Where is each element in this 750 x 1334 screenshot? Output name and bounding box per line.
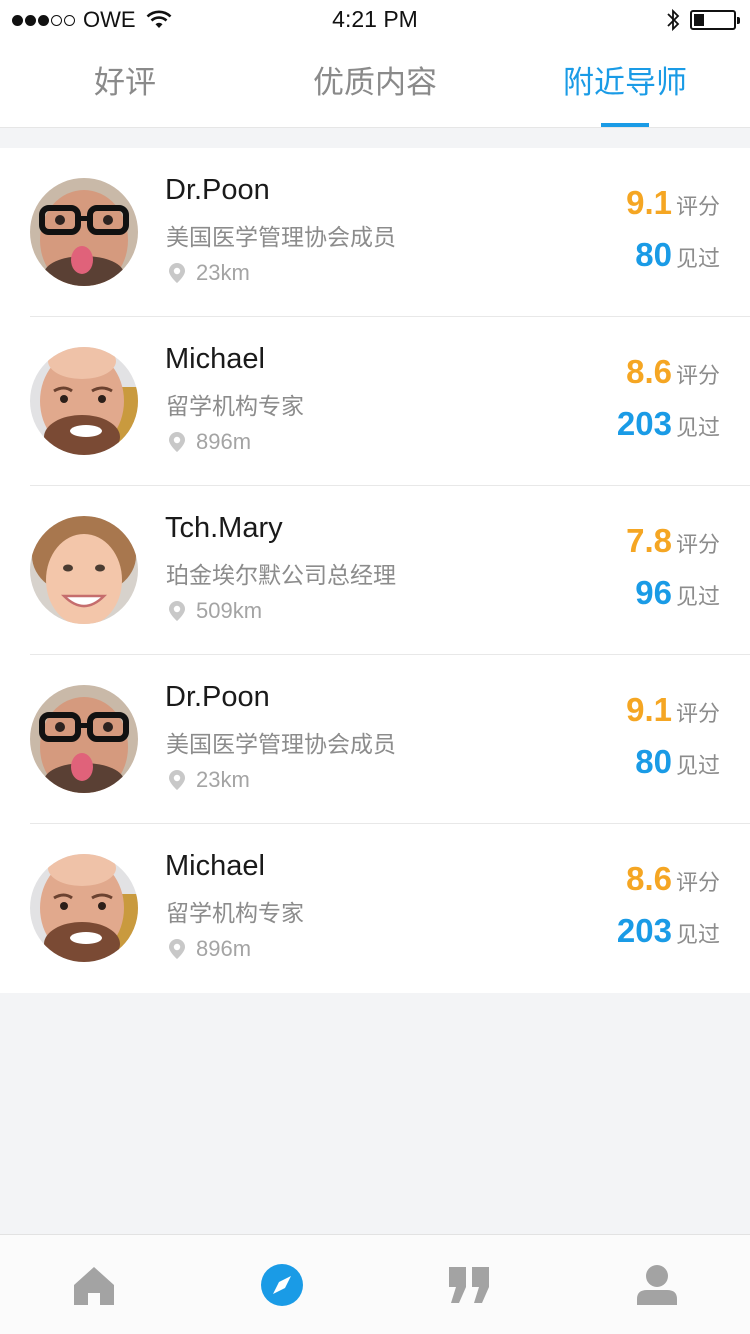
- location-pin-icon: [169, 432, 185, 452]
- avatar: [30, 347, 138, 455]
- rating-unit: 评分: [675, 532, 720, 557]
- avatar-bald-beard-icon: [30, 347, 138, 455]
- rating-unit: 评分: [675, 363, 720, 388]
- met-count-value: 80: [635, 743, 672, 780]
- status-bar: OWE 4:21 PM: [0, 0, 750, 40]
- mentor-distance: 509km: [166, 598, 262, 624]
- avatar: [30, 178, 138, 286]
- avatar: [30, 516, 138, 624]
- met-count-unit: 见过: [675, 415, 720, 440]
- quote-icon: [449, 1267, 489, 1303]
- list-item[interactable]: Dr.Poon 美国医学管理协会成员 23km 9.1 评分 80 见过: [0, 148, 750, 317]
- mentor-name: Dr.Poon: [165, 174, 270, 206]
- mentor-name: Dr.Poon: [165, 681, 270, 713]
- met-count-unit: 见过: [675, 753, 720, 778]
- avatar-glasses-tongue-icon: [30, 685, 138, 793]
- mentor-name: Michael: [165, 850, 265, 882]
- nav-home[interactable]: [72, 1263, 116, 1307]
- status-time: 4:21 PM: [332, 6, 418, 32]
- profile-icon: [637, 1265, 677, 1305]
- list-item[interactable]: Tch.Mary 珀金埃尔默公司总经理 509km 7.8 评分 96 见过: [0, 486, 750, 655]
- met-count-value: 96: [635, 574, 672, 611]
- met-count: 203 见过: [617, 405, 720, 443]
- avatar-bald-beard-icon: [30, 854, 138, 962]
- mentor-distance: 23km: [166, 767, 250, 793]
- met-count: 96 见过: [635, 574, 720, 612]
- met-count: 80 见过: [635, 236, 720, 274]
- rating: 9.1 评分: [626, 691, 720, 729]
- met-count: 203 见过: [617, 912, 720, 950]
- mentor-title: 留学机构专家: [166, 393, 304, 419]
- tab-nearby-mentors[interactable]: 附近导师: [525, 40, 725, 128]
- mentor-title: 美国医学管理协会成员: [166, 731, 396, 757]
- location-pin-icon: [169, 263, 185, 283]
- top-tabs: 好评 优质内容 附近导师: [0, 40, 750, 128]
- rating-unit: 评分: [675, 870, 720, 895]
- avatar: [30, 685, 138, 793]
- mentor-distance: 896m: [166, 936, 251, 962]
- home-icon: [74, 1267, 114, 1305]
- tab-good-reviews[interactable]: 好评: [25, 40, 225, 128]
- list-item[interactable]: Dr.Poon 美国医学管理协会成员 23km 9.1 评分 80 见过: [0, 655, 750, 824]
- nav-quotes[interactable]: [447, 1263, 491, 1307]
- mentor-title: 留学机构专家: [166, 900, 304, 926]
- rating-unit: 评分: [675, 701, 720, 726]
- avatar: [30, 854, 138, 962]
- mentor-distance: 896m: [166, 429, 251, 455]
- rating-value: 8.6: [626, 860, 672, 897]
- distance-text: 896m: [196, 429, 252, 454]
- mentor-title: 珀金埃尔默公司总经理: [166, 562, 396, 588]
- nav-profile[interactable]: [635, 1263, 679, 1307]
- location-pin-icon: [169, 770, 185, 790]
- met-count-value: 203: [616, 405, 672, 442]
- rating-value: 9.1: [626, 691, 672, 728]
- met-count: 80 见过: [635, 743, 720, 781]
- rating-value: 8.6: [626, 353, 672, 390]
- mentor-list: Dr.Poon 美国医学管理协会成员 23km 9.1 评分 80 见过 Mic…: [0, 148, 750, 993]
- rating-unit: 评分: [675, 194, 720, 219]
- active-tab-indicator: [601, 123, 649, 127]
- rating-value: 7.8: [626, 522, 672, 559]
- distance-text: 23km: [196, 767, 250, 792]
- list-item[interactable]: Michael 留学机构专家 896m 8.6 评分 203 见过: [0, 824, 750, 993]
- location-pin-icon: [169, 939, 185, 959]
- bottom-nav: [0, 1234, 750, 1334]
- nav-discover[interactable]: [260, 1263, 304, 1307]
- tab-quality-content[interactable]: 优质内容: [275, 40, 475, 128]
- met-count-value: 203: [616, 912, 672, 949]
- rating: 7.8 评分: [626, 522, 720, 560]
- mentor-name: Tch.Mary: [165, 512, 283, 544]
- location-pin-icon: [169, 601, 185, 621]
- met-count-unit: 见过: [675, 246, 720, 271]
- distance-text: 509km: [196, 598, 263, 623]
- battery-icon: [690, 10, 740, 30]
- met-count-value: 80: [635, 236, 672, 273]
- list-item[interactable]: Michael 留学机构专家 896m 8.6 评分 203 见过: [0, 317, 750, 486]
- mentor-name: Michael: [165, 343, 265, 375]
- mentor-distance: 23km: [166, 260, 250, 286]
- rating: 8.6 评分: [626, 353, 720, 391]
- rating: 8.6 评分: [626, 860, 720, 898]
- avatar-glasses-tongue-icon: [30, 178, 138, 286]
- rating-value: 9.1: [626, 184, 672, 221]
- distance-text: 23km: [196, 260, 250, 285]
- avatar-woman-smile-icon: [30, 516, 138, 624]
- rating: 9.1 评分: [626, 184, 720, 222]
- distance-text: 896m: [196, 936, 252, 961]
- compass-icon: [261, 1264, 303, 1306]
- mentor-title: 美国医学管理协会成员: [166, 224, 396, 250]
- bluetooth-icon: [667, 8, 680, 32]
- status-right: [666, 6, 740, 34]
- met-count-unit: 见过: [675, 584, 720, 609]
- met-count-unit: 见过: [675, 922, 720, 947]
